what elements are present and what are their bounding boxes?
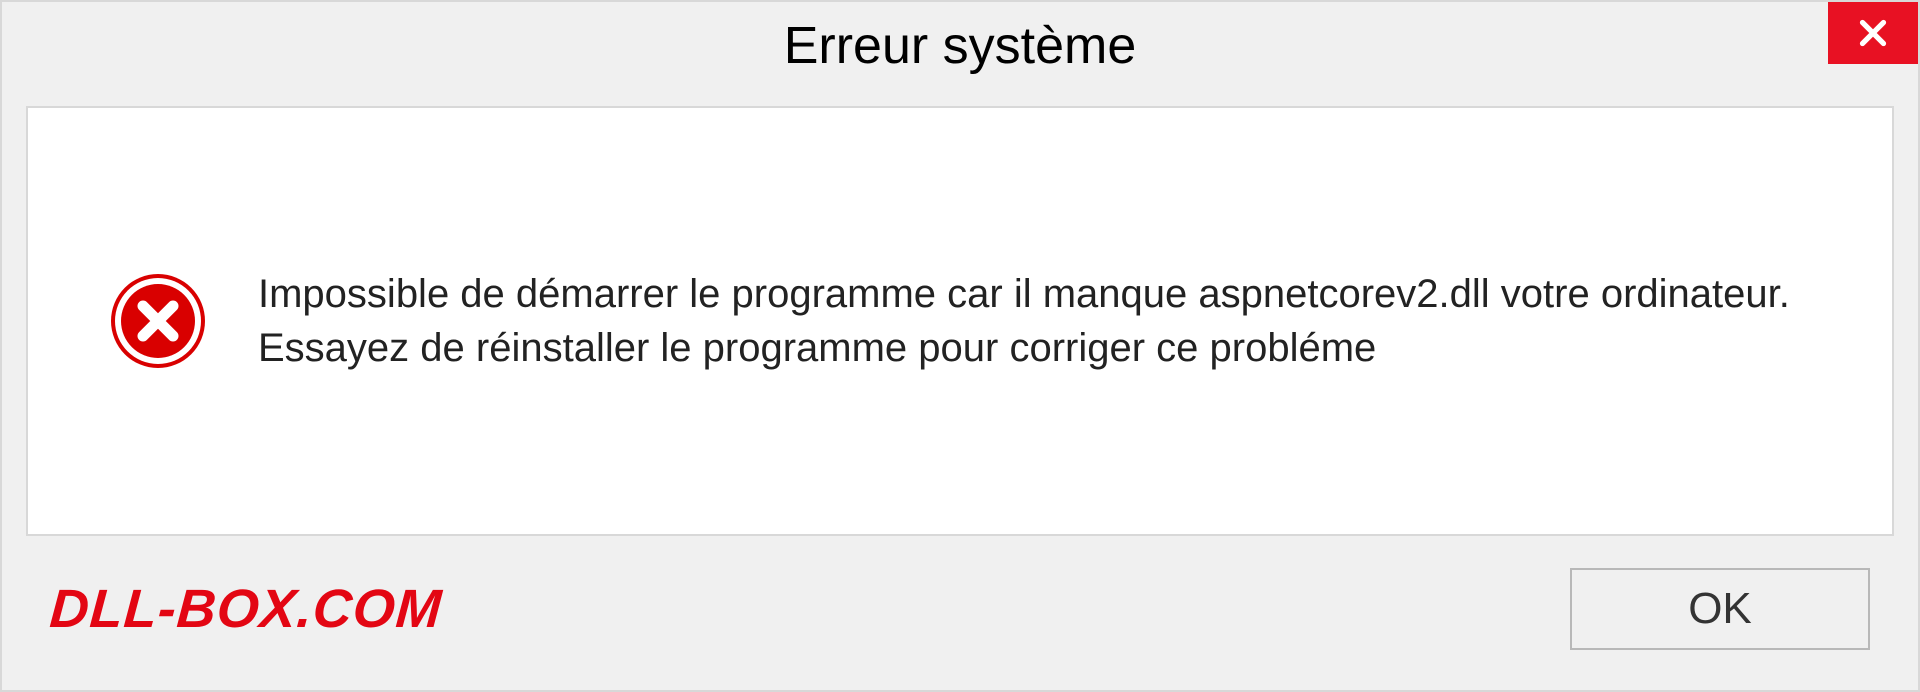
close-icon — [1855, 15, 1891, 51]
error-message: Impossible de démarrer le programme car … — [258, 267, 1832, 375]
content-area: Impossible de démarrer le programme car … — [26, 106, 1894, 536]
footer: DLL-BOX.COM OK — [2, 560, 1918, 690]
dialog-title: Erreur système — [784, 16, 1137, 76]
brand-text: DLL-BOX.COM — [48, 578, 444, 640]
error-dialog: Erreur système Impossible de démarrer le… — [0, 0, 1920, 692]
close-button[interactable] — [1828, 2, 1918, 64]
ok-button[interactable]: OK — [1570, 568, 1870, 650]
titlebar: Erreur système — [2, 2, 1918, 90]
error-icon — [108, 271, 208, 371]
